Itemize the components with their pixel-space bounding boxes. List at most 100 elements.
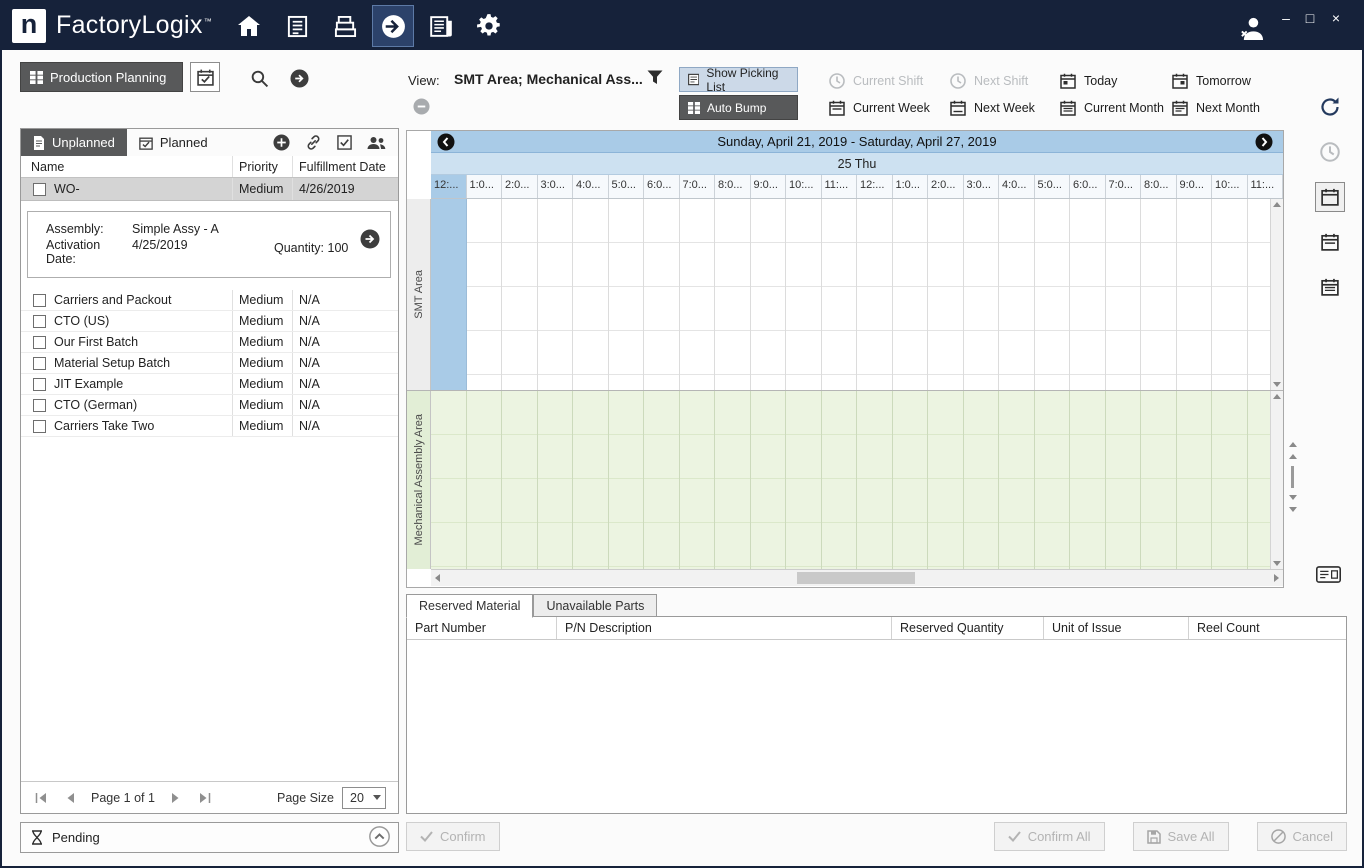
next-week-button[interactable]: Next Week (950, 98, 1035, 118)
next-period-icon[interactable] (1255, 133, 1273, 151)
scroll-right-icon[interactable] (1274, 574, 1279, 582)
tab-reserved-material[interactable]: Reserved Material (406, 594, 533, 618)
month-view-icon[interactable] (1315, 272, 1345, 302)
calendar-day-icon (1060, 73, 1076, 89)
grid-cell (1070, 199, 1106, 390)
pending-bar[interactable]: Pending (20, 822, 399, 853)
row-checkbox[interactable] (33, 183, 46, 196)
production-jobs-icon[interactable] (276, 5, 318, 47)
row-checkbox[interactable] (33, 336, 46, 349)
next-page-icon[interactable] (168, 790, 184, 806)
refresh-schedule-icon[interactable] (1315, 92, 1345, 122)
current-shift-button[interactable]: Current Shift (829, 71, 923, 91)
row-checkbox[interactable] (33, 420, 46, 433)
week-view-icon[interactable] (1315, 227, 1345, 257)
close-button[interactable]: × (1326, 10, 1346, 26)
last-page-icon[interactable] (197, 790, 213, 806)
smt-vertical-scrollbar[interactable] (1270, 199, 1283, 390)
scroll-up-icon[interactable] (1273, 202, 1281, 207)
home-icon[interactable] (228, 5, 270, 47)
day-view-icon[interactable] (1315, 182, 1345, 212)
row-checkbox[interactable] (33, 294, 46, 307)
tab-planned[interactable]: Planned (127, 129, 220, 156)
horizontal-scrollbar[interactable] (431, 569, 1283, 586)
save-all-button[interactable]: Save All (1133, 822, 1229, 851)
work-order-row[interactable]: CTO (US)MediumN/A (21, 311, 398, 332)
tab-unavailable-parts[interactable]: Unavailable Parts (533, 594, 657, 617)
search-icon[interactable] (246, 67, 272, 89)
work-order-row[interactable]: Material Setup BatchMediumN/A (21, 353, 398, 374)
next-month-button[interactable]: Next Month (1172, 98, 1260, 118)
planning-board-button[interactable] (190, 62, 220, 92)
show-picking-list-toggle[interactable]: Show Picking List (679, 67, 798, 92)
materials-icon[interactable] (324, 5, 366, 47)
expand-panel-icon[interactable] (369, 826, 390, 850)
column-name[interactable]: Name (21, 156, 233, 177)
scroll-down-icon[interactable] (1273, 382, 1281, 387)
load-work-orders-icon[interactable] (286, 67, 312, 89)
next-shift-button[interactable]: Next Shift (950, 71, 1028, 91)
shift-view-icon[interactable] (1315, 137, 1345, 167)
column-reel-count[interactable]: Reel Count (1189, 617, 1346, 639)
row-checkbox[interactable] (33, 399, 46, 412)
user-logout-icon[interactable] (1235, 14, 1267, 42)
column-priority[interactable]: Priority (233, 156, 293, 177)
schedule-work-order-icon[interactable] (360, 229, 380, 252)
cancel-button[interactable]: Cancel (1257, 822, 1347, 851)
work-order-row[interactable]: JIT ExampleMediumN/A (21, 374, 398, 395)
remove-view-icon[interactable] (413, 98, 430, 118)
work-order-row[interactable]: Our First BatchMediumN/A (21, 332, 398, 353)
view-value[interactable]: SMT Area; Mechanical Ass... (454, 71, 643, 87)
row-checkbox[interactable] (33, 378, 46, 391)
schedule-day-header[interactable]: 25 Thu (431, 153, 1283, 175)
mech-vertical-scrollbar[interactable] (1270, 391, 1283, 569)
tab-unplanned[interactable]: Unplanned (21, 129, 127, 156)
filter-icon[interactable] (647, 70, 663, 88)
card-view-icon[interactable] (1312, 562, 1344, 586)
link-icon[interactable] (305, 134, 322, 151)
column-pn-description[interactable]: P/N Description (557, 617, 892, 639)
customers-icon[interactable] (367, 136, 386, 150)
scroll-up-icon[interactable] (1273, 394, 1281, 399)
column-fulfillment-date[interactable]: Fulfillment Date (293, 156, 398, 177)
scroll-down-icon[interactable] (1273, 561, 1281, 566)
production-planning-button[interactable]: Production Planning (20, 62, 183, 92)
time-slot-label: 3:0... (538, 175, 574, 198)
add-work-order-icon[interactable] (273, 134, 290, 151)
tomorrow-button[interactable]: Tomorrow (1172, 71, 1251, 91)
minimize-button[interactable]: – (1276, 10, 1296, 26)
schedule-grid-smt[interactable] (431, 199, 1283, 390)
column-part-number[interactable]: Part Number (407, 617, 557, 639)
reports-icon[interactable] (420, 5, 462, 47)
scroll-left-icon[interactable] (435, 574, 440, 582)
prev-period-icon[interactable] (437, 133, 455, 151)
scheduling-icon[interactable] (372, 5, 414, 47)
work-order-date: N/A (293, 290, 398, 310)
auto-bump-toggle[interactable]: Auto Bump (679, 95, 798, 120)
work-order-row[interactable]: CTO (German)MediumN/A (21, 395, 398, 416)
schedule-grid-mechanical[interactable] (431, 391, 1283, 569)
work-order-row[interactable]: Carriers and PackoutMediumN/A (21, 290, 398, 311)
column-reserved-quantity[interactable]: Reserved Quantity (892, 617, 1044, 639)
confirm-all-button[interactable]: Confirm All (994, 822, 1105, 851)
settings-gear-icon[interactable] (468, 5, 510, 47)
grid-cell (502, 199, 538, 390)
current-month-button[interactable]: Current Month (1060, 98, 1164, 118)
batch-select-icon[interactable] (337, 135, 352, 150)
work-order-row-selected[interactable]: WO- Medium 4/26/2019 (21, 178, 398, 201)
splitter-handle[interactable] (1286, 442, 1299, 572)
first-page-icon[interactable] (33, 790, 49, 806)
today-button[interactable]: Today (1060, 71, 1117, 91)
row-checkbox[interactable] (33, 357, 46, 370)
work-order-row[interactable]: Carriers Take TwoMediumN/A (21, 416, 398, 437)
row-checkbox[interactable] (33, 315, 46, 328)
page-size-select[interactable]: 20 (342, 787, 386, 809)
column-unit-of-issue[interactable]: Unit of Issue (1044, 617, 1189, 639)
mechanical-area-region: Mechanical Assembly Area (407, 391, 1283, 569)
maximize-button[interactable]: □ (1300, 10, 1320, 26)
current-week-button[interactable]: Current Week (829, 98, 930, 118)
scrollbar-thumb[interactable] (797, 572, 915, 584)
confirm-button[interactable]: Confirm (406, 822, 500, 851)
smt-area-region: SMT Area (407, 199, 1283, 391)
prev-page-icon[interactable] (62, 790, 78, 806)
